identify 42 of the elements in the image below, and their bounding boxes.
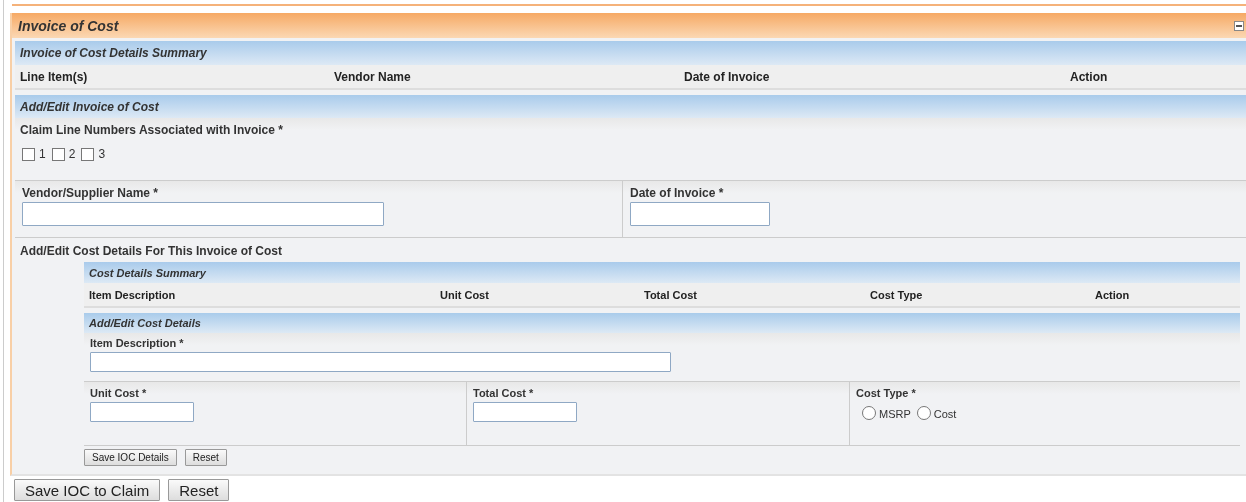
radio-button[interactable] [916, 405, 931, 420]
field-label: Cost Type * [856, 387, 917, 399]
radio-button[interactable] [862, 405, 876, 420]
radio-label: MSRP [879, 408, 911, 420]
checkbox-label: 2 [68, 147, 76, 161]
column-header: Cost Type [870, 288, 924, 301]
checkbox[interactable] [81, 147, 95, 161]
column-header: Action [1095, 288, 1131, 301]
button[interactable]: Save IOC Details [84, 449, 177, 466]
column-header: Vendor Name [334, 69, 412, 84]
input-field[interactable] [22, 202, 384, 226]
column-header: Item Description [89, 288, 177, 301]
section-header: Add/Edit Invoice of Cost [15, 95, 1246, 118]
input-field[interactable] [630, 202, 770, 226]
collapse-icon[interactable] [1234, 20, 1244, 31]
field-label: Date of Invoice * [630, 186, 725, 200]
input-field[interactable] [90, 352, 671, 372]
section-header: Add/Edit Cost Details [84, 313, 1240, 333]
field-label: Total Cost * [473, 387, 535, 399]
column-header: Line Item(s) [20, 69, 89, 84]
field-label: Vendor/Supplier Name * [22, 186, 160, 200]
button[interactable]: Save IOC to Claim [14, 479, 161, 501]
input-field[interactable] [473, 402, 577, 422]
field-label: Item Description * [90, 337, 185, 349]
column-header: Unit Cost [440, 288, 490, 301]
field-label: Claim Line Numbers Associated with Invoice * [20, 123, 284, 137]
radio-label: Cost [933, 408, 957, 420]
checkbox-label: 1 [39, 147, 46, 161]
panel-title: Invoice of Cost [18, 17, 119, 34]
button[interactable]: Reset [168, 479, 230, 501]
input-field[interactable] [90, 402, 194, 422]
column-header: Total Cost [644, 288, 698, 301]
section-label: Add/Edit Cost Details For This Invoice of Cost [19, 243, 284, 260]
column-header: Action [1070, 69, 1109, 84]
button[interactable]: Reset [184, 449, 227, 466]
checkbox-label: 3 [98, 147, 106, 161]
column-header: Date of Invoice [684, 69, 771, 84]
checkbox[interactable] [22, 147, 35, 161]
checkbox[interactable] [51, 147, 65, 161]
field-label: Unit Cost * [90, 387, 148, 399]
section-header: Cost Details Summary [84, 262, 1240, 283]
section-header: Invoice of Cost Details Summary [15, 41, 1246, 65]
